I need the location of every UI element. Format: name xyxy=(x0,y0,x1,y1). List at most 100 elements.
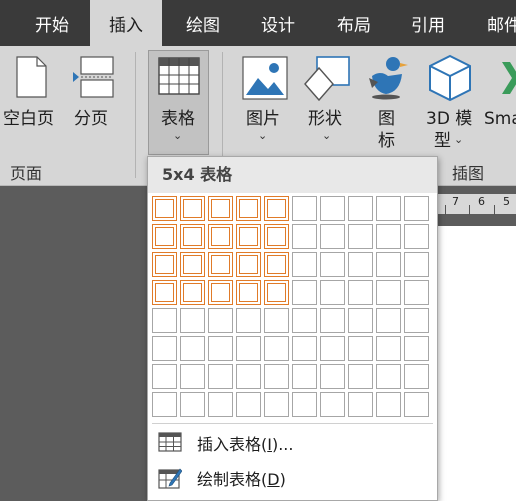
grid-cell[interactable] xyxy=(404,196,429,221)
3d-models-button[interactable]: 3D 模 型 ⌄ xyxy=(420,50,484,156)
grid-cell[interactable] xyxy=(404,224,429,249)
grid-cell-selected[interactable] xyxy=(152,280,177,305)
grid-cell[interactable] xyxy=(292,336,317,361)
grid-cell-selected[interactable] xyxy=(264,280,289,305)
grid-cell[interactable] xyxy=(348,392,373,417)
grid-cell[interactable] xyxy=(236,364,261,389)
grid-cell[interactable] xyxy=(292,196,317,221)
grid-cell[interactable] xyxy=(404,392,429,417)
grid-cell-selected[interactable] xyxy=(236,224,261,249)
grid-cell[interactable] xyxy=(180,336,205,361)
grid-cell[interactable] xyxy=(292,224,317,249)
grid-cell-selected[interactable] xyxy=(208,224,233,249)
grid-cell-selected[interactable] xyxy=(264,224,289,249)
grid-cell[interactable] xyxy=(292,364,317,389)
grid-cell[interactable] xyxy=(180,392,205,417)
document-page[interactable] xyxy=(437,226,516,501)
grid-cell[interactable] xyxy=(404,336,429,361)
grid-cell[interactable] xyxy=(348,364,373,389)
grid-cell[interactable] xyxy=(208,336,233,361)
grid-cell[interactable] xyxy=(404,252,429,277)
grid-cell-selected[interactable] xyxy=(208,252,233,277)
grid-cell[interactable] xyxy=(404,280,429,305)
grid-cell[interactable] xyxy=(348,336,373,361)
grid-cell[interactable] xyxy=(180,308,205,333)
grid-cell[interactable] xyxy=(404,308,429,333)
icons-label-line1: 图 xyxy=(378,109,395,129)
grid-cell[interactable] xyxy=(236,392,261,417)
grid-cell-selected[interactable] xyxy=(236,196,261,221)
grid-cell[interactable] xyxy=(292,252,317,277)
grid-cell[interactable] xyxy=(348,308,373,333)
grid-cell[interactable] xyxy=(292,392,317,417)
tab-home[interactable]: 开始 xyxy=(14,0,90,46)
grid-cell[interactable] xyxy=(152,336,177,361)
grid-cell[interactable] xyxy=(376,336,401,361)
grid-cell-selected[interactable] xyxy=(208,196,233,221)
grid-cell[interactable] xyxy=(348,280,373,305)
grid-cell[interactable] xyxy=(208,392,233,417)
grid-cell[interactable] xyxy=(320,280,345,305)
grid-cell[interactable] xyxy=(152,392,177,417)
grid-cell[interactable] xyxy=(208,308,233,333)
grid-cell-selected[interactable] xyxy=(208,280,233,305)
grid-cell[interactable] xyxy=(376,252,401,277)
grid-cell[interactable] xyxy=(264,308,289,333)
grid-cell[interactable] xyxy=(376,308,401,333)
grid-cell-selected[interactable] xyxy=(152,196,177,221)
grid-cell[interactable] xyxy=(152,308,177,333)
pictures-button[interactable]: 图片 ⌄ xyxy=(238,50,292,150)
grid-cell[interactable] xyxy=(264,364,289,389)
grid-cell-selected[interactable] xyxy=(264,252,289,277)
grid-cell-selected[interactable] xyxy=(152,252,177,277)
grid-cell-selected[interactable] xyxy=(180,280,205,305)
grid-cell[interactable] xyxy=(348,252,373,277)
grid-cell[interactable] xyxy=(292,280,317,305)
grid-cell-selected[interactable] xyxy=(236,252,261,277)
grid-cell-selected[interactable] xyxy=(180,252,205,277)
grid-cell[interactable] xyxy=(320,392,345,417)
grid-cell[interactable] xyxy=(376,224,401,249)
grid-cell[interactable] xyxy=(404,364,429,389)
tab-mailings[interactable]: 邮件 xyxy=(468,0,516,46)
shapes-button[interactable]: 形状 ⌄ xyxy=(298,50,356,150)
grid-cell[interactable] xyxy=(320,196,345,221)
grid-cell[interactable] xyxy=(320,224,345,249)
grid-cell-selected[interactable] xyxy=(236,280,261,305)
tab-references[interactable]: 引用 xyxy=(392,0,464,46)
tab-layout[interactable]: 布局 xyxy=(318,0,390,46)
grid-cell-selected[interactable] xyxy=(264,196,289,221)
tab-insert[interactable]: 插入 xyxy=(90,0,162,46)
grid-cell[interactable] xyxy=(376,392,401,417)
grid-cell-selected[interactable] xyxy=(152,224,177,249)
grid-cell[interactable] xyxy=(376,280,401,305)
grid-cell-selected[interactable] xyxy=(180,224,205,249)
grid-cell[interactable] xyxy=(320,364,345,389)
blank-page-button[interactable]: 空白页 xyxy=(0,50,62,150)
grid-cell[interactable] xyxy=(376,364,401,389)
grid-cell-selected[interactable] xyxy=(180,196,205,221)
grid-cell[interactable] xyxy=(376,196,401,221)
grid-cell[interactable] xyxy=(292,308,317,333)
table-size-grid[interactable] xyxy=(152,196,429,417)
grid-cell[interactable] xyxy=(264,336,289,361)
grid-cell[interactable] xyxy=(348,196,373,221)
grid-cell[interactable] xyxy=(236,308,261,333)
smartart-button[interactable]: Sma xyxy=(484,50,516,150)
tab-draw[interactable]: 绘图 xyxy=(167,0,239,46)
tab-design[interactable]: 设计 xyxy=(242,0,314,46)
grid-cell[interactable] xyxy=(152,364,177,389)
grid-cell[interactable] xyxy=(180,364,205,389)
page-break-button[interactable]: 分页 xyxy=(66,50,120,150)
grid-cell[interactable] xyxy=(320,336,345,361)
table-button[interactable]: 表格 ⌄ xyxy=(148,50,209,155)
grid-cell[interactable] xyxy=(236,336,261,361)
grid-cell[interactable] xyxy=(320,308,345,333)
grid-cell[interactable] xyxy=(264,392,289,417)
draw-table-menu-item[interactable]: 绘制表格(D) xyxy=(148,462,437,494)
grid-cell[interactable] xyxy=(320,252,345,277)
icons-button[interactable]: 图 标 xyxy=(362,50,414,156)
grid-cell[interactable] xyxy=(208,364,233,389)
insert-table-menu-item[interactable]: 插入表格(I)... xyxy=(148,427,437,459)
grid-cell[interactable] xyxy=(348,224,373,249)
